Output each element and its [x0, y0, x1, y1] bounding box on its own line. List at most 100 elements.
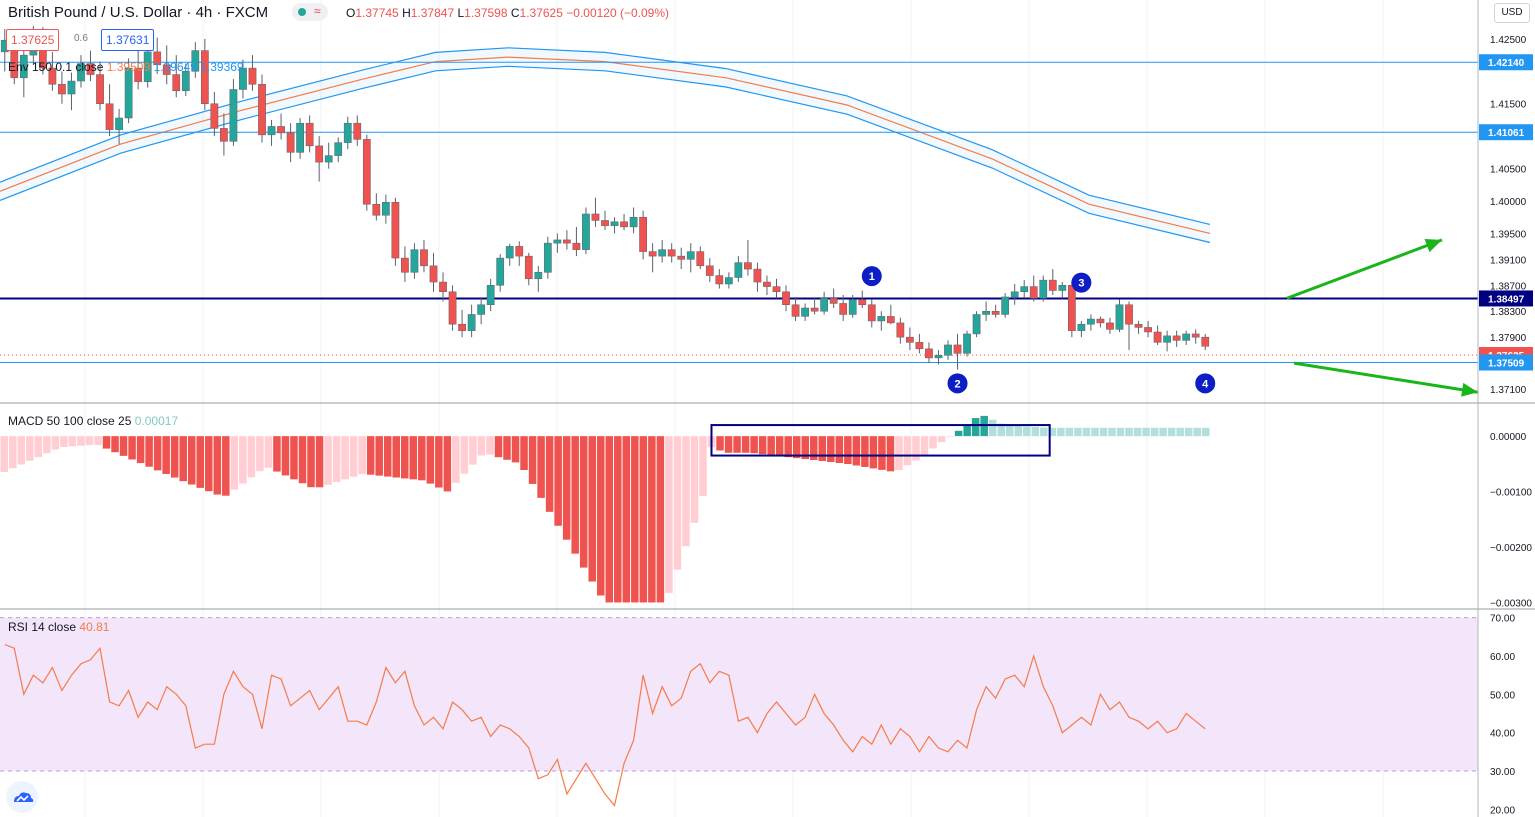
rsi-tick-label: 60.00 [1490, 652, 1515, 663]
macd-bar-negative [162, 436, 170, 474]
macd-bar-positive [1184, 427, 1193, 437]
candle-up [343, 122, 352, 143]
macd-bar-negative [528, 436, 537, 484]
macd-bar-negative [205, 436, 213, 492]
buy-button[interactable]: 1.37631 [101, 29, 155, 51]
macd-bar-positive [1074, 427, 1082, 437]
sell-button[interactable]: 1.37625 [6, 29, 60, 51]
candle-down [210, 103, 219, 129]
candle-down [620, 221, 628, 228]
candle-down [782, 291, 790, 305]
macd-bar-negative [375, 436, 383, 476]
macd-bar-negative [273, 436, 281, 472]
macd-bar-negative [119, 436, 128, 456]
candle-up [267, 126, 276, 136]
candle-up [1010, 291, 1019, 298]
candle-up [115, 117, 123, 130]
candle-down [458, 323, 466, 331]
macd-bar-negative [400, 436, 409, 479]
macd-tick-label: 0.00000 [1490, 432, 1527, 443]
candle-down [829, 298, 838, 304]
wave-marker-label: 1 [869, 271, 875, 283]
candle-down [1106, 322, 1114, 330]
candle-down [991, 310, 1000, 315]
macd-bar-negative [366, 436, 375, 475]
macd-bar-negative [775, 436, 784, 457]
macd-bar-positive [1023, 426, 1031, 437]
wave-annotations: 1 2 3 4 [861, 266, 1216, 394]
rsi-legend-label: RSI 14 close [8, 620, 77, 634]
symbol-title[interactable]: British Pound / U.S. Dollar · 4h · FXCM [8, 4, 268, 21]
macd-bar-negative [622, 436, 631, 603]
macd-bar-negative [256, 436, 264, 472]
candle-up [381, 202, 390, 216]
candle-down [1172, 335, 1181, 341]
envelope-mid-value: 1.39509 [106, 60, 151, 74]
candle-down [667, 249, 676, 257]
macd-bar-negative [562, 436, 571, 540]
macd-bar-positive [1040, 427, 1048, 437]
macd-bar-negative [136, 436, 145, 464]
candle-up [658, 249, 667, 257]
close-value: 1.37625 [519, 6, 563, 20]
cloud-icon [14, 792, 34, 802]
candle-down [772, 286, 781, 293]
macd-bar-negative [861, 436, 869, 467]
macd-bar-negative [349, 436, 358, 477]
macd-bar-positive [1193, 427, 1201, 437]
chart-canvas[interactable]: 1234 1.425001.415001.410001.405001.40000… [0, 0, 1535, 817]
macd-bar-negative [0, 436, 9, 472]
rsi-tick-label: 50.00 [1490, 690, 1515, 701]
macd-bar-negative [477, 436, 486, 456]
macd-tick-label: −0.00300 [1490, 598, 1532, 609]
tradingview-logo[interactable] [6, 781, 38, 813]
candle-down [925, 348, 933, 359]
macd-bar-positive [1142, 427, 1150, 437]
macd-bar-negative [596, 436, 605, 596]
candle-down [677, 255, 686, 260]
candle-up [296, 122, 304, 153]
candle-down [1191, 333, 1200, 338]
spread-value: 0.6 [74, 33, 88, 44]
macd-bar-positive [1167, 427, 1176, 437]
price-axis[interactable]: 1.425001.415001.410001.405001.400001.395… [1479, 35, 1533, 816]
macd-bar-negative [648, 436, 656, 603]
macd-bar-negative [469, 436, 477, 465]
rsi-legend[interactable]: RSI 14 close 40.81 [8, 620, 109, 634]
macd-bar-negative [34, 436, 43, 457]
candle-down [810, 307, 819, 312]
macd-bar-negative [383, 436, 392, 477]
macd-bar-negative [758, 436, 767, 455]
candle-up [477, 304, 486, 315]
candle-down [172, 74, 181, 92]
candle-down [1096, 318, 1105, 324]
candle-down [315, 145, 324, 163]
macd-bar-negative [43, 436, 51, 454]
macd-bar-negative [179, 436, 187, 482]
macd-bar-positive [1031, 426, 1040, 437]
macd-legend[interactable]: MACD 50 100 close 25 0.00017 [8, 414, 178, 428]
macd-bar-negative [230, 436, 239, 490]
macd-bar-negative [673, 436, 682, 570]
envelope-legend[interactable]: Env 150 0.1 close 1.39509 1.39649 1.3936… [8, 60, 244, 74]
macd-bar-negative [545, 436, 554, 512]
macd-bar-negative [196, 436, 205, 488]
candle-down [953, 344, 962, 354]
macd-bar-negative [579, 436, 588, 568]
candle-down [763, 281, 771, 287]
candle-down [791, 304, 800, 317]
candle-up [877, 316, 886, 322]
macd-bar-negative [903, 436, 912, 466]
currency-button[interactable]: USD [1494, 3, 1530, 23]
macd-bar-negative [588, 436, 596, 582]
macd-bar-negative [298, 436, 307, 484]
macd-bar-negative [239, 436, 247, 484]
candle-up [124, 67, 133, 119]
macd-bar-negative [332, 436, 341, 483]
macd-bar-negative [537, 436, 545, 498]
macd-bar-negative [494, 436, 503, 458]
macd-bar-negative [26, 436, 34, 461]
open-value: 1.37745 [355, 6, 399, 20]
rsi-legend-value: 40.81 [79, 620, 110, 634]
candle-down [839, 303, 848, 315]
